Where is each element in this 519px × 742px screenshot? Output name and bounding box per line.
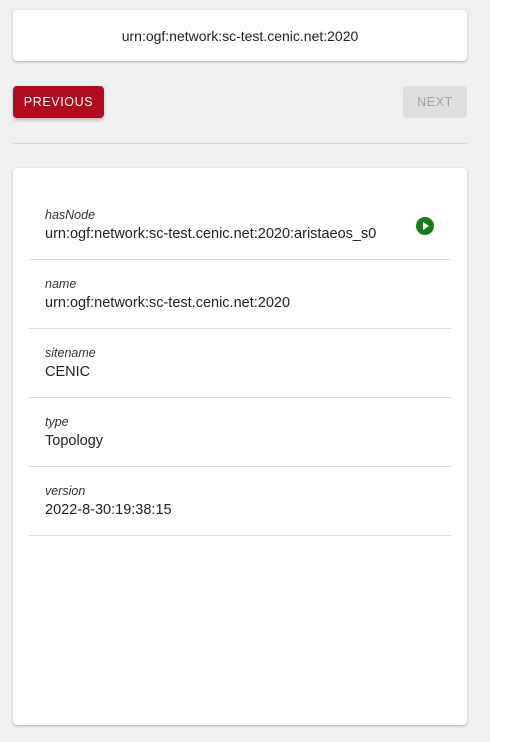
section-divider	[13, 143, 467, 144]
property-value: urn:ogf:network:sc-test.cenic.net:2020	[45, 295, 291, 311]
property-key: version	[45, 484, 86, 498]
property-row-sitename: sitename CENIC	[29, 329, 451, 398]
property-key: type	[45, 415, 69, 429]
property-value: Topology	[45, 433, 104, 449]
property-row-version: version 2022-8-30:19:38:15	[29, 467, 451, 536]
previous-button[interactable]: PREVIOUS	[13, 86, 104, 118]
property-row-type: type Topology	[29, 398, 451, 467]
properties-list: hasNode urn:ogf:network:sc-test.cenic.ne…	[29, 191, 451, 536]
property-value: 2022-8-30:19:38:15	[45, 502, 172, 518]
property-value: urn:ogf:network:sc-test.cenic.net:2020:a…	[45, 226, 377, 242]
page-background: urn:ogf:network:sc-test.cenic.net:2020 P…	[0, 0, 490, 742]
next-button[interactable]: NEXT	[403, 86, 467, 118]
property-value: CENIC	[45, 364, 91, 380]
right-gutter	[490, 0, 519, 742]
property-row-name: name urn:ogf:network:sc-test.cenic.net:2…	[29, 260, 451, 329]
property-row-hasnode: hasNode urn:ogf:network:sc-test.cenic.ne…	[29, 191, 451, 260]
property-key: hasNode	[45, 208, 96, 222]
properties-card: hasNode urn:ogf:network:sc-test.cenic.ne…	[13, 168, 467, 725]
property-key: sitename	[45, 346, 96, 360]
urn-title: urn:ogf:network:sc-test.cenic.net:2020	[121, 27, 359, 44]
play-circle-icon[interactable]	[416, 217, 434, 235]
urn-header-card: urn:ogf:network:sc-test.cenic.net:2020	[13, 10, 467, 61]
property-key: name	[45, 277, 77, 291]
